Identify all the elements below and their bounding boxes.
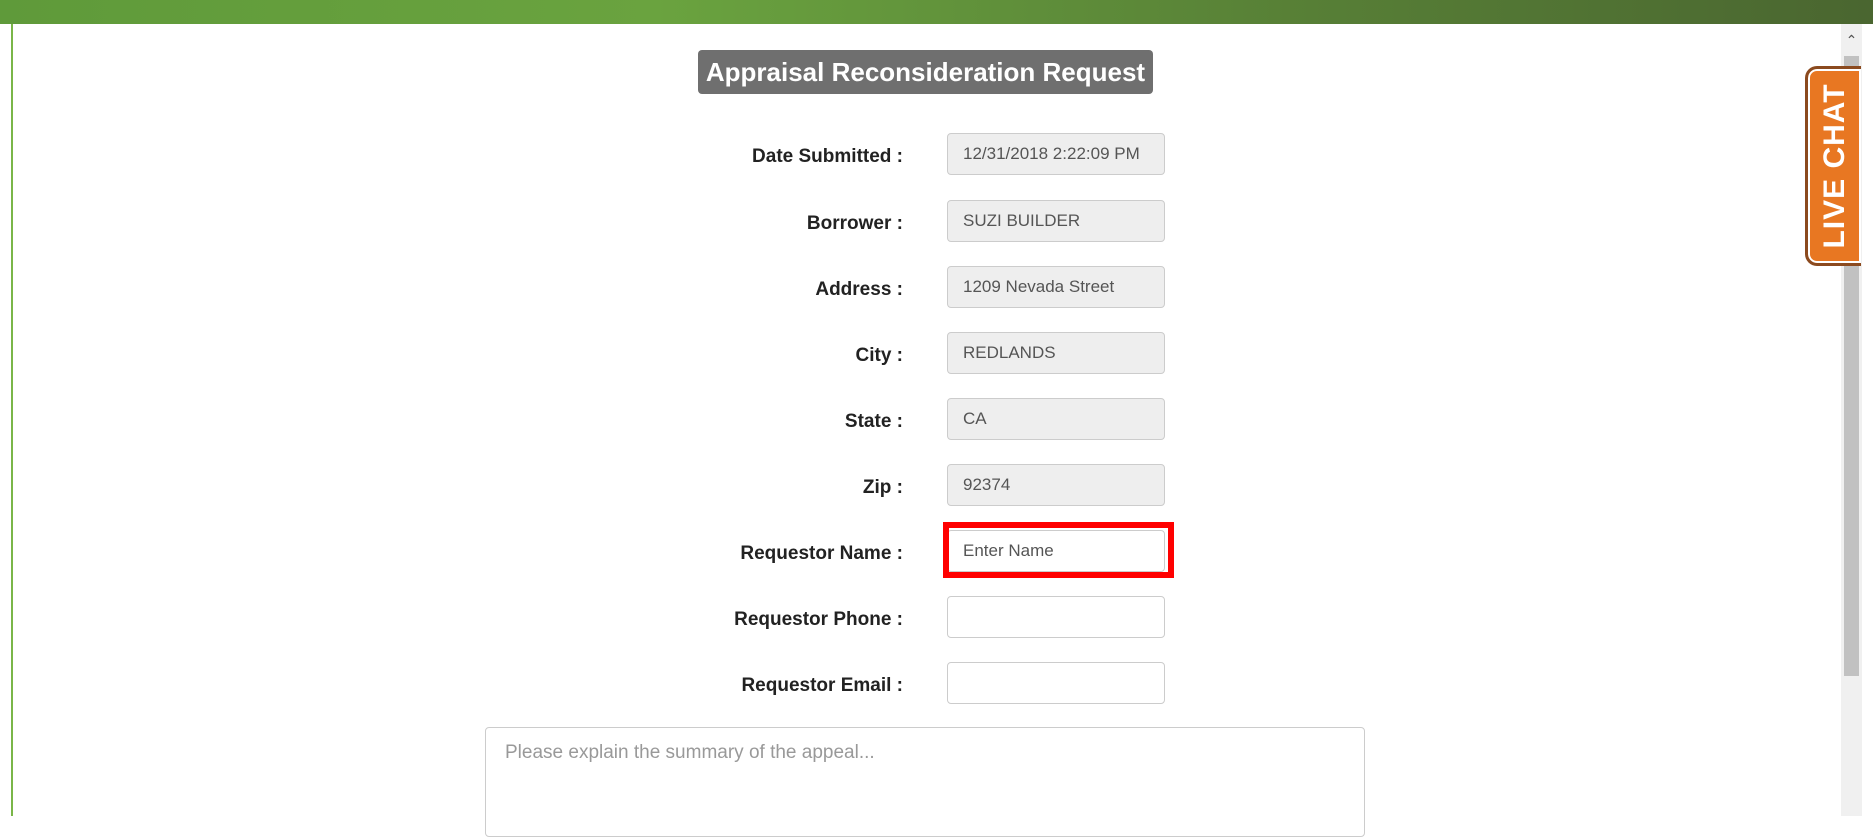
- requestor-phone-label: Requestor Phone :: [734, 609, 903, 630]
- row-address: Address :: [0, 266, 1873, 312]
- live-chat-button[interactable]: LIVE CHAT: [1805, 66, 1861, 266]
- requestor-phone-input[interactable]: [947, 596, 1165, 638]
- row-requestor-name: Requestor Name :: [0, 530, 1873, 576]
- state-field[interactable]: [947, 398, 1165, 440]
- borrower-label: Borrower :: [806, 213, 903, 234]
- zip-label: Zip :: [862, 477, 903, 498]
- zip-field[interactable]: [947, 464, 1165, 506]
- requestor-email-label: Requestor Email :: [741, 675, 903, 696]
- appeal-summary-textarea[interactable]: [485, 727, 1365, 837]
- requestor-email-input[interactable]: [947, 662, 1165, 704]
- city-label: City :: [855, 345, 904, 366]
- requestor-name-input[interactable]: [947, 530, 1165, 572]
- chevron-up-icon[interactable]: ⌃: [1841, 30, 1862, 50]
- city-field[interactable]: [947, 332, 1165, 374]
- row-zip: Zip :: [0, 464, 1873, 510]
- live-chat-label: LIVE CHAT: [1817, 83, 1851, 249]
- requestor-name-label: Requestor Name :: [740, 543, 903, 564]
- row-requestor-phone: Requestor Phone :: [0, 596, 1873, 642]
- date-submitted-field[interactable]: [947, 133, 1165, 175]
- row-state: State :: [0, 398, 1873, 444]
- date-submitted-label: Date Submitted :: [752, 146, 903, 167]
- header-bar: [0, 0, 1873, 24]
- row-city: City :: [0, 332, 1873, 378]
- row-date-submitted: Date Submitted :: [0, 133, 1873, 179]
- row-borrower: Borrower :: [0, 200, 1873, 246]
- state-label: State :: [844, 411, 903, 432]
- title-container: Appraisal Reconsideration Request: [0, 50, 1873, 94]
- page-title: Appraisal Reconsideration Request: [697, 50, 1154, 94]
- window-edge: [1862, 24, 1873, 816]
- address-field[interactable]: [947, 266, 1165, 308]
- borrower-field[interactable]: [947, 200, 1165, 242]
- row-requestor-email: Requestor Email :: [0, 662, 1873, 708]
- address-label: Address :: [815, 279, 903, 300]
